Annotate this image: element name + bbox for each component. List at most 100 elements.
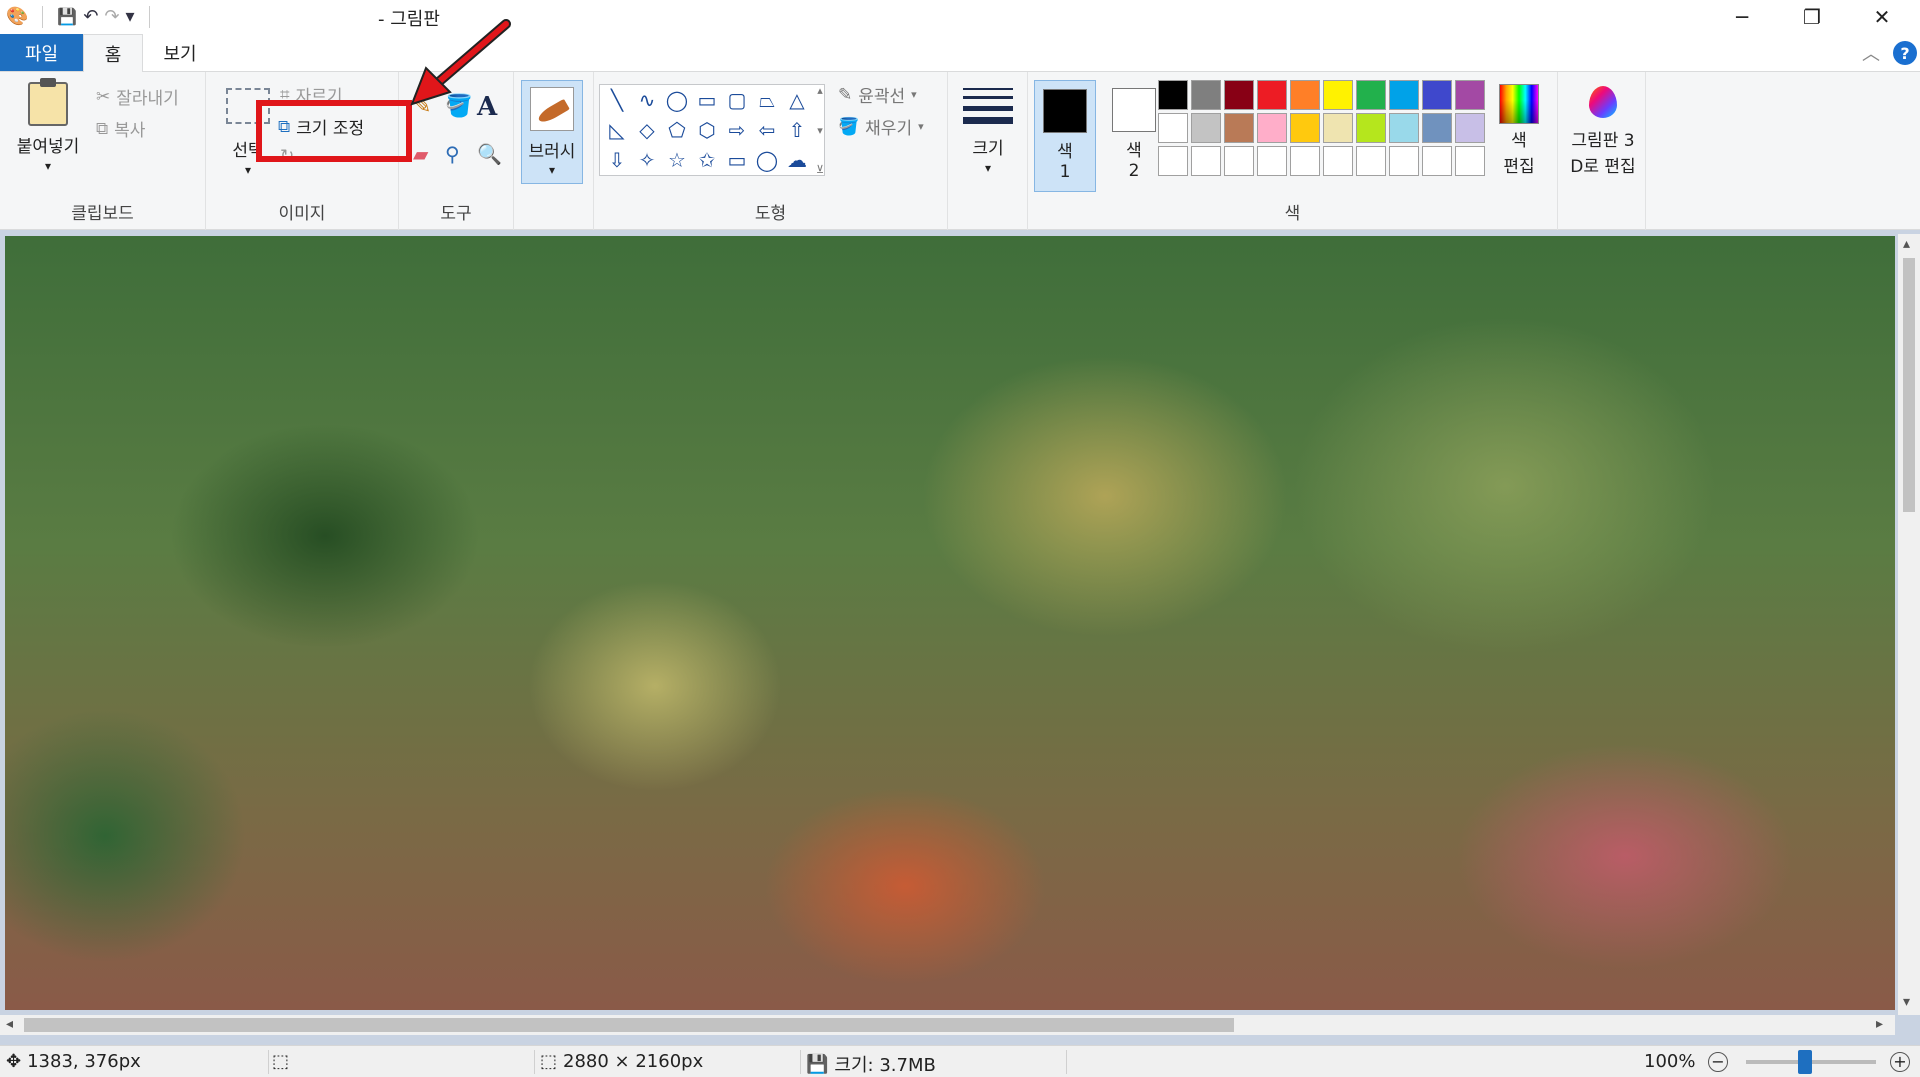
tab-view[interactable]: 보기 (150, 34, 210, 72)
palette-swatch[interactable] (1323, 113, 1353, 143)
palette-swatch[interactable] (1224, 146, 1254, 176)
zoom-out-button[interactable]: − (1708, 1052, 1728, 1072)
select-dropdown-icon[interactable]: ▾ (218, 164, 278, 176)
eraser-icon[interactable]: ▰ (413, 142, 428, 166)
zoom-in-button[interactable]: + (1890, 1052, 1910, 1072)
edit-colors-button[interactable]: 색 편집 (1492, 84, 1546, 180)
help-icon[interactable]: ? (1893, 41, 1917, 65)
palette-swatch[interactable] (1356, 113, 1386, 143)
shape-right-triangle[interactable]: ◺ (602, 115, 632, 145)
palette-swatch[interactable] (1257, 146, 1287, 176)
collapse-ribbon-icon[interactable]: ︿ (1862, 40, 1880, 66)
shape-right-arrow[interactable]: ⇨ (722, 115, 752, 145)
close-button[interactable]: ✕ (1852, 0, 1912, 34)
shape-hexagon[interactable]: ⬡ (692, 115, 722, 145)
paste-dropdown-icon[interactable]: ▾ (8, 160, 88, 172)
vertical-scroll-thumb[interactable] (1903, 258, 1915, 512)
horizontal-scroll-thumb[interactable] (24, 1018, 1234, 1032)
size-button[interactable]: 크기 ▾ (958, 86, 1018, 174)
zoom-slider-thumb[interactable] (1797, 1050, 1812, 1074)
shapes-gallery-scroll[interactable]: ▴ ▾ ⊻ (813, 84, 827, 176)
scroll-up-icon[interactable]: ▴ (1903, 236, 1910, 252)
color-picker-icon[interactable]: ⚲ (445, 142, 460, 166)
color2-button[interactable]: 색 2 (1103, 80, 1165, 192)
undo-icon[interactable]: ↶ (83, 5, 98, 29)
shape-four-point-star[interactable]: ✧ (632, 145, 662, 175)
palette-swatch[interactable] (1191, 80, 1221, 110)
outline-button[interactable]: ✎ 윤곽선 ▾ (838, 82, 917, 108)
brush-dropdown-icon[interactable]: ▾ (522, 163, 582, 177)
shape-diamond[interactable]: ◇ (632, 115, 662, 145)
shape-polygon[interactable]: ⏢ (752, 85, 782, 115)
palette-swatch[interactable] (1224, 113, 1254, 143)
canvas-area[interactable] (0, 230, 1920, 1045)
paste-button[interactable]: 붙여넣기 ▾ (8, 78, 88, 172)
shapes-scroll-up-icon[interactable]: ▴ (817, 84, 823, 97)
palette-swatch[interactable] (1422, 80, 1452, 110)
paint-app-icon[interactable]: 🎨 (6, 5, 28, 29)
shape-rectangle[interactable]: ▭ (692, 85, 722, 115)
restore-button[interactable]: ❐ (1782, 0, 1842, 34)
palette-swatch[interactable] (1455, 146, 1485, 176)
palette-swatch[interactable] (1455, 113, 1485, 143)
color1-button[interactable]: 색 1 (1034, 80, 1096, 192)
shape-six-point-star[interactable]: ✩ (692, 145, 722, 175)
minimize-button[interactable]: ─ (1712, 0, 1772, 34)
palette-swatch[interactable] (1290, 80, 1320, 110)
shapes-scroll-down-icon[interactable]: ▾ (817, 124, 823, 137)
palette-swatch[interactable] (1191, 146, 1221, 176)
palette-swatch[interactable] (1455, 80, 1485, 110)
fill-button[interactable]: 🪣 채우기 ▾ (838, 114, 924, 140)
palette-swatch[interactable] (1224, 80, 1254, 110)
palette-swatch[interactable] (1323, 146, 1353, 176)
shape-oval-callout[interactable]: ◯ (752, 145, 782, 175)
palette-swatch[interactable] (1158, 146, 1188, 176)
shape-curve[interactable]: ∿ (632, 85, 662, 115)
magnifier-icon[interactable]: 🔍 (477, 142, 502, 166)
shape-rect-callout[interactable]: ▭ (722, 145, 752, 175)
shape-triangle[interactable]: △ (782, 85, 812, 115)
palette-swatch[interactable] (1158, 113, 1188, 143)
shapes-expand-icon[interactable]: ⊻ (816, 163, 824, 176)
shape-left-arrow[interactable]: ⇦ (752, 115, 782, 145)
palette-swatch[interactable] (1356, 80, 1386, 110)
shape-rounded-rectangle[interactable]: ▢ (722, 85, 752, 115)
scroll-left-icon[interactable]: ◂ (6, 1016, 13, 1032)
scroll-right-icon[interactable]: ▸ (1876, 1016, 1883, 1032)
palette-swatch[interactable] (1257, 80, 1287, 110)
tab-file[interactable]: 파일 (0, 34, 83, 71)
palette-swatch[interactable] (1422, 146, 1452, 176)
shape-line[interactable]: ╲ (602, 85, 632, 115)
palette-swatch[interactable] (1191, 113, 1221, 143)
shape-cloud-callout[interactable]: ☁ (782, 145, 812, 175)
scroll-down-icon[interactable]: ▾ (1903, 994, 1910, 1010)
palette-swatch[interactable] (1323, 80, 1353, 110)
shape-oval[interactable]: ◯ (662, 85, 692, 115)
palette-swatch[interactable] (1356, 146, 1386, 176)
palette-swatch[interactable] (1389, 113, 1419, 143)
edit-with-paint3d-button[interactable]: 그림판 3 D로 편집 (1562, 84, 1644, 180)
horizontal-scrollbar[interactable]: ◂ ▸ (0, 1015, 1895, 1035)
save-icon[interactable]: 💾 (57, 5, 77, 29)
palette-swatch[interactable] (1389, 146, 1419, 176)
canvas-image-autumn-forest[interactable] (5, 236, 1895, 1010)
cut-button[interactable]: ✂ 잘라내기 (96, 84, 179, 110)
brushes-button[interactable]: 브러시 ▾ (521, 80, 583, 184)
palette-swatch[interactable] (1389, 80, 1419, 110)
tab-home[interactable]: 홈 (83, 34, 143, 73)
shape-pentagon[interactable]: ⬠ (662, 115, 692, 145)
size-dropdown-icon[interactable]: ▾ (958, 162, 1018, 174)
palette-swatch[interactable] (1422, 113, 1452, 143)
shape-down-arrow[interactable]: ⇩ (602, 145, 632, 175)
palette-swatch[interactable] (1158, 80, 1188, 110)
vertical-scrollbar[interactable]: ▴ ▾ (1898, 234, 1920, 1015)
copy-button[interactable]: ⧉ 복사 (96, 116, 145, 142)
shape-five-point-star[interactable]: ☆ (662, 145, 692, 175)
redo-icon[interactable]: ↷ (104, 5, 119, 29)
shapes-group-label: 도형 (754, 204, 787, 224)
customize-qat-icon[interactable]: ▾ (126, 5, 135, 29)
palette-swatch[interactable] (1290, 146, 1320, 176)
shape-up-arrow[interactable]: ⇧ (782, 115, 812, 145)
palette-swatch[interactable] (1257, 113, 1287, 143)
palette-swatch[interactable] (1290, 113, 1320, 143)
